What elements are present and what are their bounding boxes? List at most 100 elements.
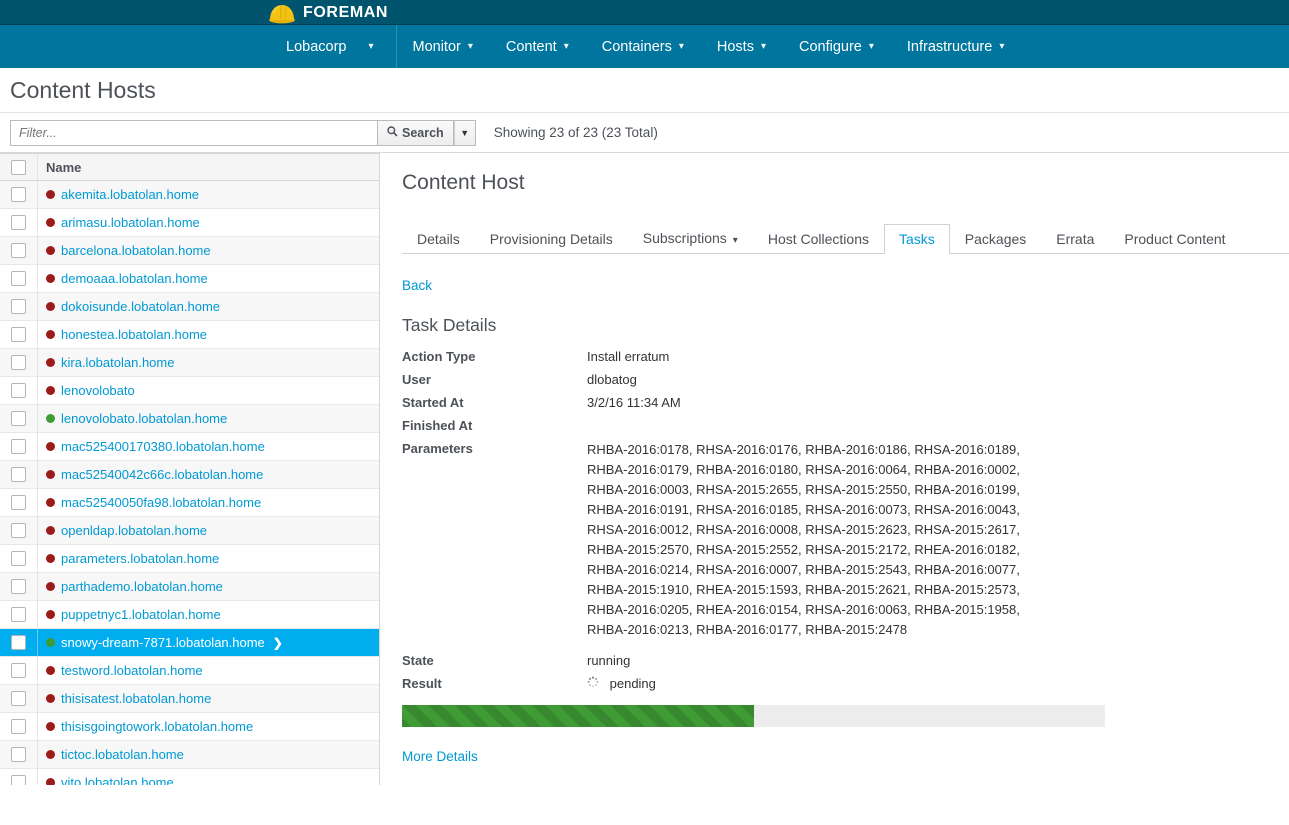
row-checkbox-cell[interactable] bbox=[0, 377, 38, 404]
host-name-label[interactable]: thisisatest.lobatolan.home bbox=[61, 691, 211, 706]
tab-packages[interactable]: Packages bbox=[950, 224, 1041, 254]
row-checkbox-cell[interactable] bbox=[0, 685, 38, 712]
host-name-label[interactable]: kira.lobatolan.home bbox=[61, 355, 174, 370]
row-checkbox[interactable] bbox=[11, 383, 26, 398]
nav-item-monitor[interactable]: Monitor ▾ bbox=[397, 25, 490, 68]
host-name-label[interactable]: honestea.lobatolan.home bbox=[61, 327, 207, 342]
host-name-label[interactable]: vito.lobatolan.home bbox=[61, 775, 174, 785]
search-input[interactable] bbox=[10, 120, 378, 146]
host-list-item[interactable]: mac52540042c66c.lobatolan.home bbox=[0, 461, 379, 489]
row-checkbox[interactable] bbox=[11, 299, 26, 314]
row-checkbox-cell[interactable] bbox=[0, 713, 38, 740]
search-options-caret[interactable]: ▼ bbox=[454, 120, 476, 146]
row-checkbox-cell[interactable] bbox=[0, 517, 38, 544]
nav-item-content[interactable]: Content ▾ bbox=[490, 25, 586, 68]
select-all-cell[interactable] bbox=[0, 154, 38, 180]
row-checkbox-cell[interactable] bbox=[0, 405, 38, 432]
nav-org-switcher[interactable]: Lobacorp ▾ bbox=[270, 25, 397, 68]
host-list-item[interactable]: parthademo.lobatolan.home bbox=[0, 573, 379, 601]
host-list-item[interactable]: arimasu.lobatolan.home bbox=[0, 209, 379, 237]
host-list-item[interactable]: demoaaa.lobatolan.home bbox=[0, 265, 379, 293]
row-checkbox-cell[interactable] bbox=[0, 181, 38, 208]
row-checkbox[interactable] bbox=[11, 719, 26, 734]
row-checkbox[interactable] bbox=[11, 411, 26, 426]
host-name-label[interactable]: dokoisunde.lobatolan.home bbox=[61, 299, 220, 314]
host-list-item[interactable]: snowy-dream-7871.lobatolan.home❯ bbox=[0, 629, 379, 657]
tab-subscriptions[interactable]: Subscriptions▾ bbox=[628, 223, 753, 254]
host-list-item[interactable]: testword.lobatolan.home bbox=[0, 657, 379, 685]
host-list-item[interactable]: thisisatest.lobatolan.home bbox=[0, 685, 379, 713]
host-name-label[interactable]: lenovolobato bbox=[61, 383, 135, 398]
row-checkbox[interactable] bbox=[11, 663, 26, 678]
host-name-label[interactable]: barcelona.lobatolan.home bbox=[61, 243, 211, 258]
row-checkbox[interactable] bbox=[11, 607, 26, 622]
row-checkbox[interactable] bbox=[11, 775, 26, 785]
row-checkbox-cell[interactable] bbox=[0, 321, 38, 348]
host-list-item[interactable]: mac52540050fa98.lobatolan.home bbox=[0, 489, 379, 517]
row-checkbox-cell[interactable] bbox=[0, 461, 38, 488]
host-list-item[interactable]: barcelona.lobatolan.home bbox=[0, 237, 379, 265]
row-checkbox[interactable] bbox=[11, 551, 26, 566]
more-details-link[interactable]: More Details bbox=[402, 749, 478, 764]
host-name-label[interactable]: parameters.lobatolan.home bbox=[61, 551, 219, 566]
host-name-label[interactable]: openldap.lobatolan.home bbox=[61, 523, 207, 538]
host-list-item[interactable]: lenovolobato bbox=[0, 377, 379, 405]
host-list-item[interactable]: vito.lobatolan.home bbox=[0, 769, 379, 785]
back-link[interactable]: Back bbox=[402, 278, 432, 293]
host-list-item[interactable]: parameters.lobatolan.home bbox=[0, 545, 379, 573]
row-checkbox-cell[interactable] bbox=[0, 769, 38, 785]
host-list-item[interactable]: thisisgoingtowork.lobatolan.home bbox=[0, 713, 379, 741]
host-name-label[interactable]: lenovolobato.lobatolan.home bbox=[61, 411, 227, 426]
row-checkbox[interactable] bbox=[11, 355, 26, 370]
row-checkbox-cell[interactable] bbox=[0, 741, 38, 768]
row-checkbox[interactable] bbox=[11, 271, 26, 286]
host-list-item[interactable]: dokoisunde.lobatolan.home bbox=[0, 293, 379, 321]
row-checkbox-cell[interactable] bbox=[0, 629, 38, 656]
tab-host-collections[interactable]: Host Collections bbox=[753, 224, 884, 254]
tab-tasks[interactable]: Tasks bbox=[884, 224, 950, 254]
nav-item-configure[interactable]: Configure ▾ bbox=[783, 25, 891, 68]
host-list-item[interactable]: puppetnyc1.lobatolan.home bbox=[0, 601, 379, 629]
row-checkbox[interactable] bbox=[11, 215, 26, 230]
host-name-label[interactable]: demoaaa.lobatolan.home bbox=[61, 271, 208, 286]
host-name-label[interactable]: puppetnyc1.lobatolan.home bbox=[61, 607, 221, 622]
host-name-label[interactable]: testword.lobatolan.home bbox=[61, 663, 203, 678]
host-list-item[interactable]: lenovolobato.lobatolan.home bbox=[0, 405, 379, 433]
row-checkbox[interactable] bbox=[11, 691, 26, 706]
row-checkbox[interactable] bbox=[11, 467, 26, 482]
host-name-label[interactable]: arimasu.lobatolan.home bbox=[61, 215, 200, 230]
row-checkbox[interactable] bbox=[11, 495, 26, 510]
host-list-item[interactable]: kira.lobatolan.home bbox=[0, 349, 379, 377]
search-button[interactable]: Search bbox=[378, 120, 454, 146]
row-checkbox[interactable] bbox=[11, 635, 26, 650]
row-checkbox-cell[interactable] bbox=[0, 601, 38, 628]
brand-logo[interactable]: FOREMAN bbox=[268, 0, 388, 25]
row-checkbox-cell[interactable] bbox=[0, 489, 38, 516]
row-checkbox[interactable] bbox=[11, 327, 26, 342]
host-name-label[interactable]: tictoc.lobatolan.home bbox=[61, 747, 184, 762]
row-checkbox-cell[interactable] bbox=[0, 433, 38, 460]
tab-errata[interactable]: Errata bbox=[1041, 224, 1109, 254]
host-name-label[interactable]: parthademo.lobatolan.home bbox=[61, 579, 223, 594]
nav-item-containers[interactable]: Containers ▾ bbox=[586, 25, 701, 68]
row-checkbox-cell[interactable] bbox=[0, 209, 38, 236]
host-name-label[interactable]: thisisgoingtowork.lobatolan.home bbox=[61, 719, 253, 734]
host-list-item[interactable]: mac525400170380.lobatolan.home bbox=[0, 433, 379, 461]
row-checkbox-cell[interactable] bbox=[0, 237, 38, 264]
row-checkbox[interactable] bbox=[11, 523, 26, 538]
host-name-label[interactable]: mac525400170380.lobatolan.home bbox=[61, 439, 265, 454]
host-name-label[interactable]: snowy-dream-7871.lobatolan.home bbox=[61, 635, 265, 650]
row-checkbox-cell[interactable] bbox=[0, 573, 38, 600]
row-checkbox-cell[interactable] bbox=[0, 657, 38, 684]
host-list-item[interactable]: honestea.lobatolan.home bbox=[0, 321, 379, 349]
row-checkbox[interactable] bbox=[11, 243, 26, 258]
tab-product-content[interactable]: Product Content bbox=[1109, 224, 1240, 254]
row-checkbox-cell[interactable] bbox=[0, 293, 38, 320]
host-list-item[interactable]: akemita.lobatolan.home bbox=[0, 181, 379, 209]
host-name-label[interactable]: akemita.lobatolan.home bbox=[61, 187, 199, 202]
row-checkbox[interactable] bbox=[11, 579, 26, 594]
row-checkbox-cell[interactable] bbox=[0, 349, 38, 376]
tab-details[interactable]: Details bbox=[402, 224, 475, 254]
row-checkbox[interactable] bbox=[11, 439, 26, 454]
host-name-label[interactable]: mac52540050fa98.lobatolan.home bbox=[61, 495, 261, 510]
